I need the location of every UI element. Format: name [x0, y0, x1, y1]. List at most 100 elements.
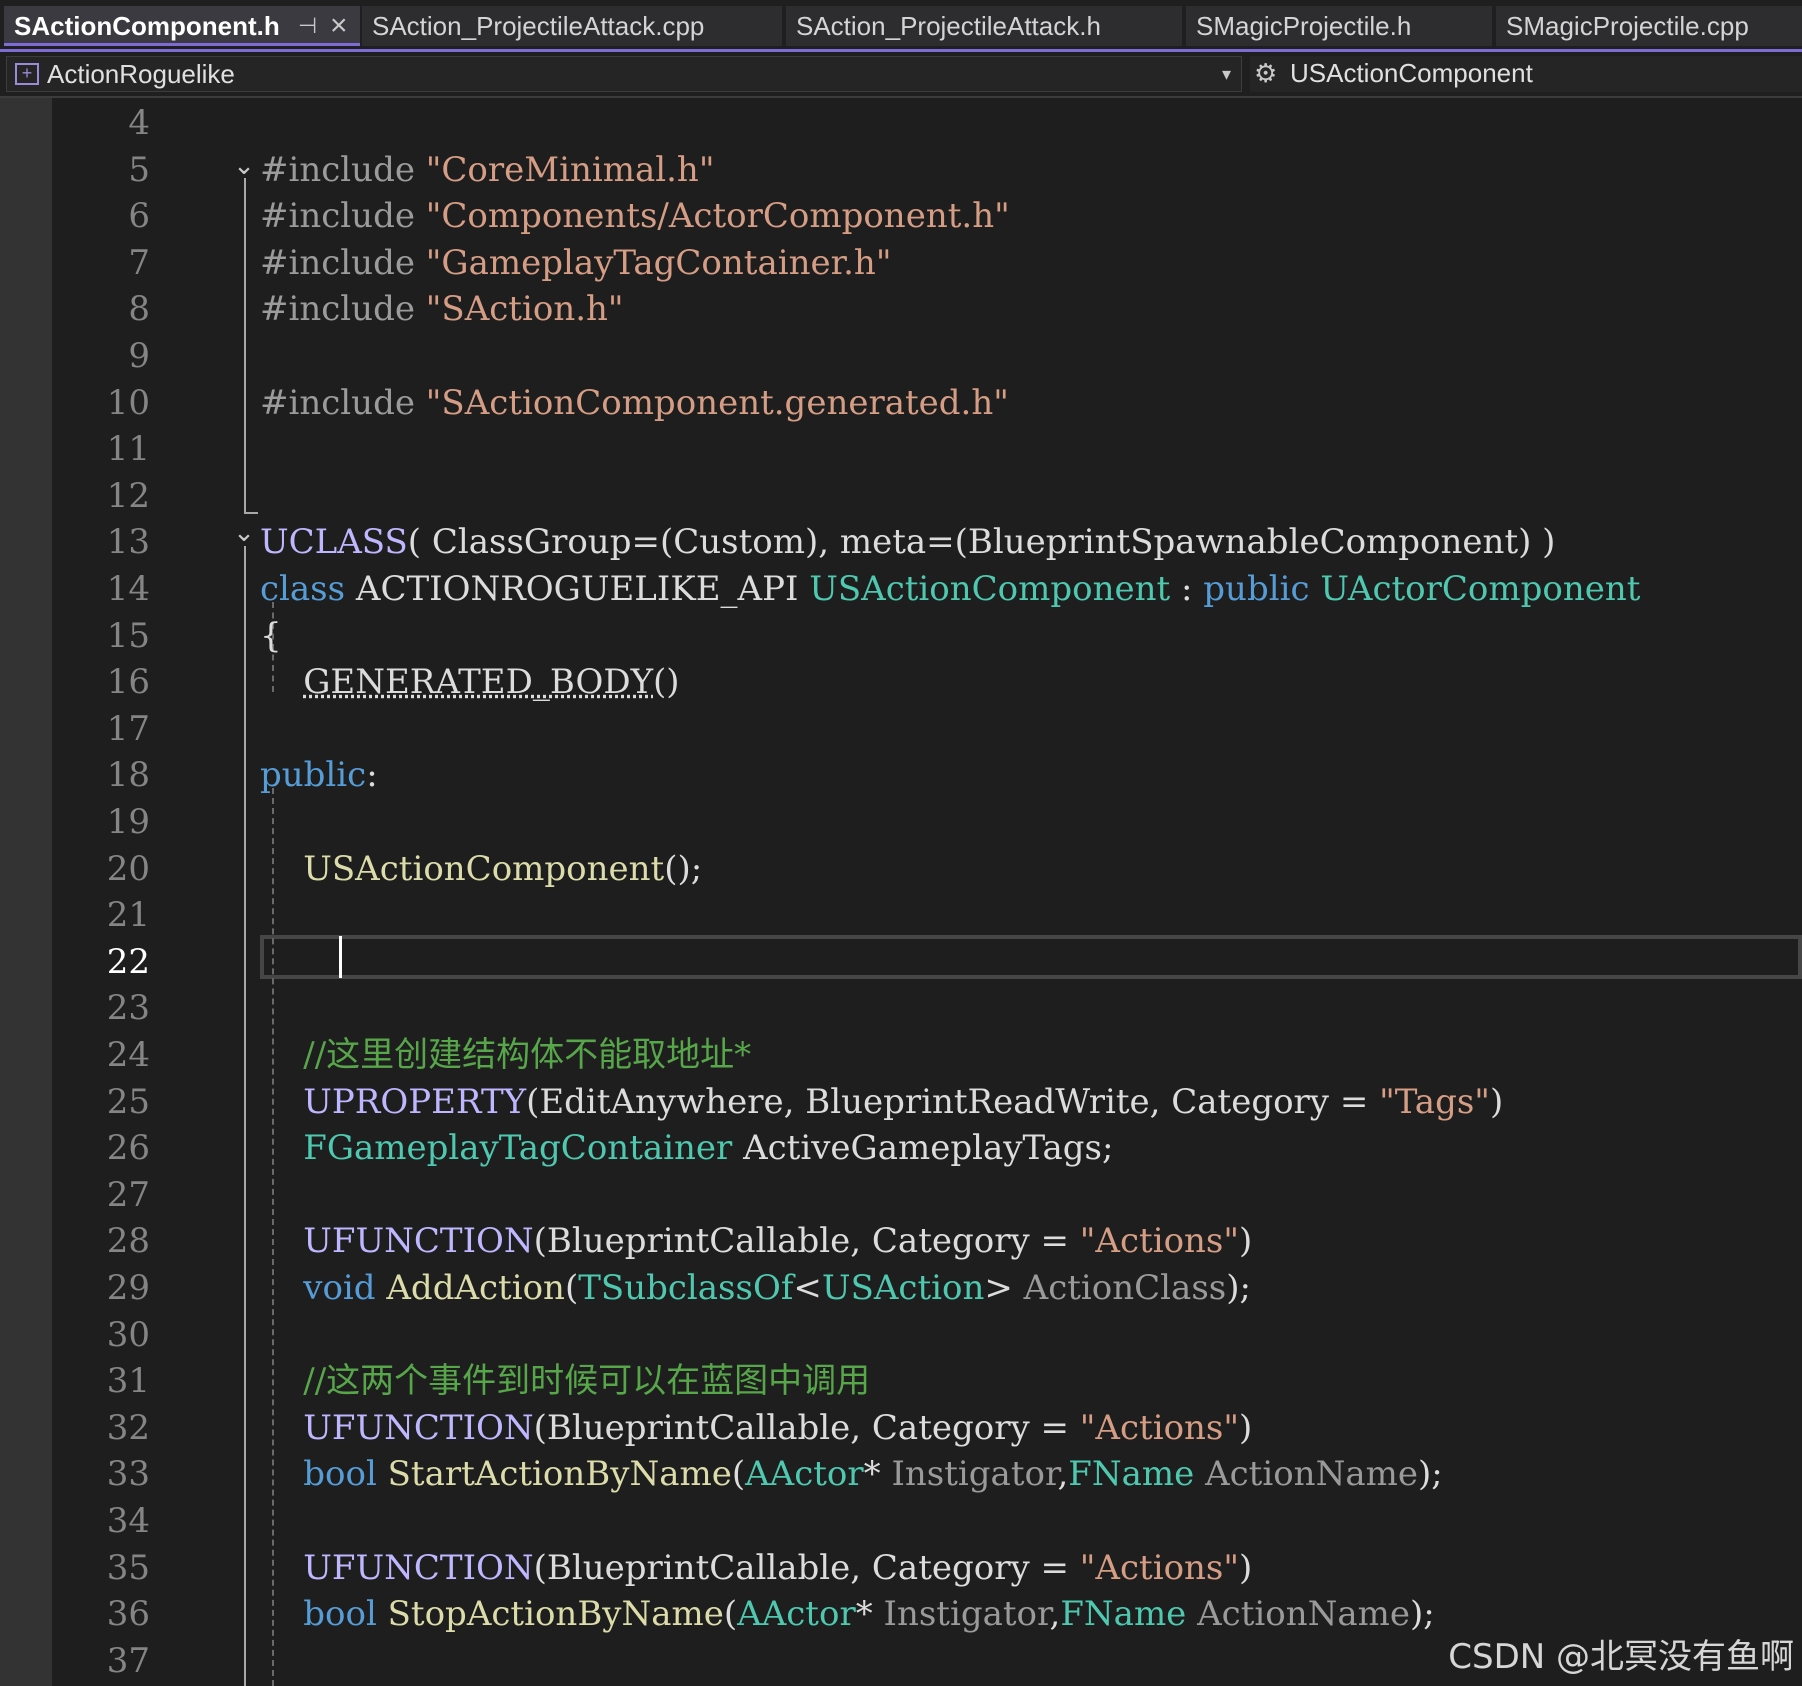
code-line[interactable]: void AddAction(TSubclassOf<USAction> Act…: [260, 1265, 1251, 1311]
tab-saction-projectileattack-h[interactable]: SAction_ProjectileAttack.h: [786, 6, 1182, 46]
code-token: UFUNCTION: [303, 1407, 534, 1448]
tab-saction-projectileattack-cpp[interactable]: SAction_ProjectileAttack.cpp: [362, 6, 782, 46]
code-token: "Actions": [1079, 1407, 1240, 1448]
code-token: public: [1203, 569, 1310, 609]
code-token: "SActionComponent.generated.h": [425, 382, 1009, 423]
code-line[interactable]: class ACTIONROGUELIKE_API USActionCompon…: [260, 566, 1640, 612]
code-line[interactable]: UFUNCTION(BlueprintCallable, Category = …: [260, 1218, 1252, 1264]
line-number: 30: [106, 1314, 150, 1355]
code-line[interactable]: USActionComponent();: [260, 846, 702, 892]
code-token: Instigator: [883, 1594, 1050, 1635]
code-line[interactable]: UPROPERTY(EditAnywhere, BlueprintReadWri…: [260, 1079, 1503, 1125]
tab-label: SMagicProjectile.cpp: [1506, 11, 1749, 41]
code-token: );: [1417, 1454, 1443, 1495]
code-line[interactable]: public:: [260, 752, 378, 798]
project-dropdown[interactable]: + ActionRoguelike ▾: [6, 56, 1242, 92]
code-token: AddAction: [386, 1268, 565, 1308]
line-number: 5: [128, 149, 150, 190]
line-number: 7: [128, 242, 150, 283]
code-token: (BlueprintCallable, Category =: [533, 1547, 1080, 1588]
code-token: (: [723, 1594, 738, 1635]
code-line[interactable]: #include "Components/ActorComponent.h": [260, 193, 1010, 239]
code-token: (: [564, 1268, 579, 1308]
fold-guide-end: [244, 512, 258, 514]
code-token: USActionComponent: [809, 569, 1171, 609]
line-number: 14: [106, 569, 150, 609]
code-line[interactable]: UFUNCTION(BlueprintCallable, Category = …: [260, 1545, 1252, 1591]
code-line[interactable]: //这里创建结构体不能取地址*: [260, 1032, 751, 1078]
code-token: {: [260, 615, 282, 656]
class-dropdown[interactable]: ⚙ USActionComponent: [1250, 56, 1802, 92]
code-token: ): [1489, 1081, 1504, 1122]
code-token: bool: [303, 1454, 377, 1495]
line-number: 26: [106, 1128, 150, 1169]
line-number: 11: [106, 429, 150, 470]
tab-sactioncomponent-h[interactable]: SActionComponent.h ⊣ ×: [4, 6, 360, 46]
code-line[interactable]: bool StartActionByName(AActor* Instigato…: [260, 1451, 1443, 1497]
code-token: "Actions": [1079, 1221, 1240, 1262]
code-token: #include: [260, 289, 426, 330]
code-token: UActorComponent: [1320, 569, 1641, 609]
line-number: 29: [106, 1268, 150, 1308]
code-token: (: [731, 1454, 746, 1495]
code-line[interactable]: #include "CoreMinimal.h": [260, 147, 714, 193]
code-token: "SAction.h": [425, 289, 624, 330]
code-line[interactable]: //这两个事件到时候可以在蓝图中调用: [260, 1358, 870, 1404]
code-token: AActor: [737, 1594, 856, 1635]
code-token: ActionClass: [1023, 1268, 1227, 1308]
code-editor[interactable]: 4 5 6 7 8 9 10 11 12 13 14 15 16 17 18 19 20 21 22 23 24 25 26…: [0, 98, 1802, 1686]
code-token: #include: [260, 382, 426, 423]
code-token: void: [303, 1268, 376, 1308]
code-token: StopActionByName: [387, 1594, 724, 1635]
chevron-down-icon[interactable]: ▾: [1222, 57, 1231, 91]
close-icon[interactable]: ×: [330, 6, 348, 43]
line-number: 31: [106, 1361, 150, 1402]
code-text-area[interactable]: #include "CoreMinimal.h" #include "Compon…: [260, 98, 1802, 1686]
code-token: ACTIONROGUELIKE_API: [345, 569, 810, 609]
code-line[interactable]: #include "GameplayTagContainer.h": [260, 240, 891, 286]
line-number: 24: [106, 1035, 150, 1075]
line-number: 25: [106, 1081, 150, 1122]
line-number: 28: [106, 1221, 150, 1262]
pin-icon[interactable]: ⊣: [298, 6, 317, 43]
code-token: (): [653, 662, 680, 703]
code-line[interactable]: FGameplayTagContainer ActiveGameplayTags…: [260, 1125, 1113, 1171]
line-number: 13: [106, 522, 150, 563]
code-token: "Components/ActorComponent.h": [425, 196, 1010, 237]
code-line[interactable]: #include "SAction.h": [260, 286, 624, 332]
code-token: :: [1170, 569, 1204, 609]
code-token: >: [984, 1268, 1024, 1308]
code-line[interactable]: UCLASS( ClassGroup=(Custom), meta=(Bluep…: [260, 519, 1555, 565]
line-number: 8: [128, 289, 150, 330]
tab-smagicprojectile-cpp[interactable]: SMagicProjectile.cpp: [1496, 6, 1802, 46]
code-token: Instigator: [891, 1454, 1058, 1495]
code-token: (BlueprintCallable, Category =: [533, 1407, 1080, 1448]
line-number: 12: [106, 475, 150, 516]
code-line[interactable]: GENERATED_BODY(): [260, 659, 680, 705]
code-token: ActiveGameplayTags;: [732, 1128, 1114, 1169]
code-line[interactable]: #include "SActionComponent.generated.h": [260, 380, 1009, 426]
code-line[interactable]: bool StopActionByName(AActor* Instigator…: [260, 1591, 1435, 1637]
code-token: UFUNCTION: [303, 1221, 534, 1262]
project-icon: +: [15, 63, 39, 85]
code-token: ): [1239, 1407, 1253, 1448]
code-token: ): [1239, 1221, 1253, 1262]
code-token: FName: [1060, 1594, 1187, 1635]
code-token: "CoreMinimal.h": [425, 149, 715, 190]
tab-smagicprojectile-h[interactable]: SMagicProjectile.h: [1186, 6, 1492, 46]
code-line[interactable]: {: [260, 613, 282, 659]
code-token: StartActionByName: [387, 1454, 732, 1495]
code-line[interactable]: UFUNCTION(BlueprintCallable, Category = …: [260, 1405, 1252, 1451]
line-number: 23: [106, 988, 150, 1029]
